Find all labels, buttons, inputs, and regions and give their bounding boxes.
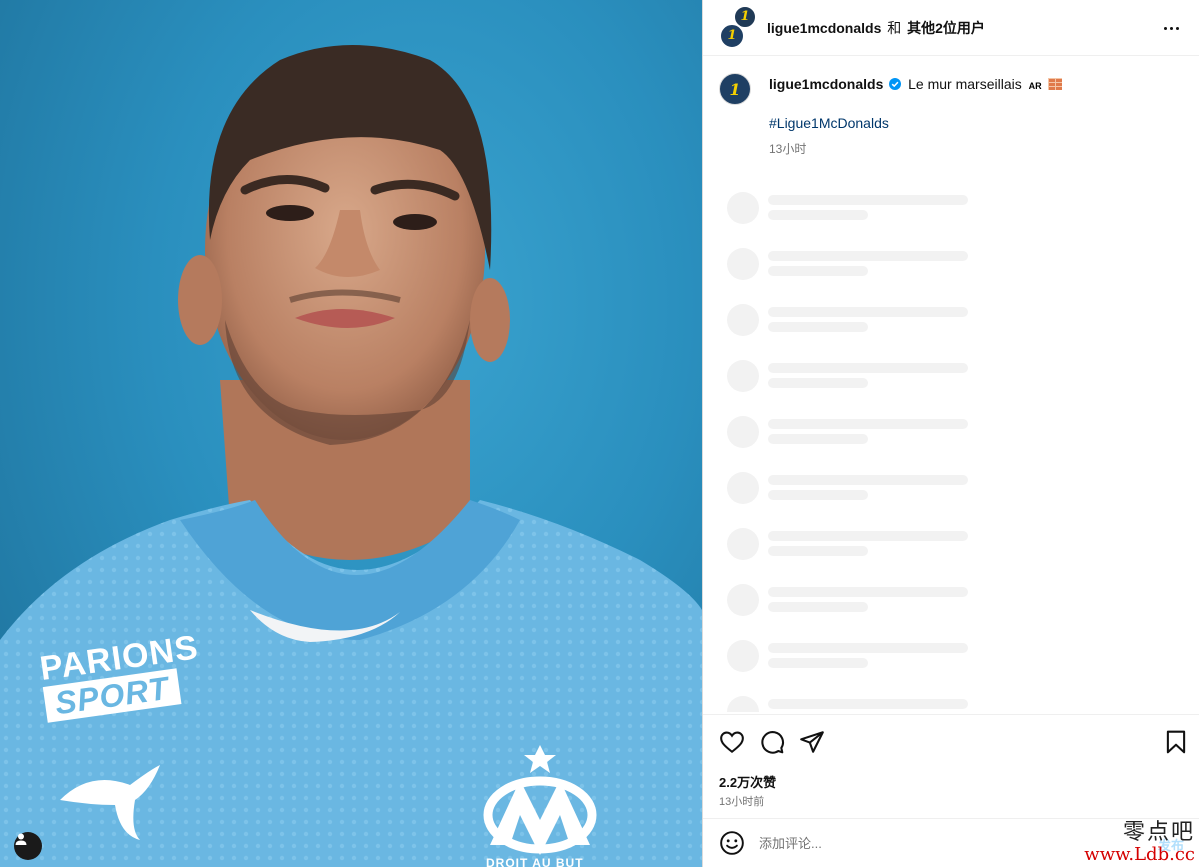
header-title: ligue1mcdonalds 和 其他2位用户 <box>767 18 985 38</box>
emoji-icon[interactable] <box>719 830 745 856</box>
skeleton-row <box>727 304 987 338</box>
skeleton-text-bar <box>768 266 868 276</box>
skeleton-row <box>727 248 987 282</box>
skeleton-text-bar <box>768 251 968 261</box>
header-others[interactable]: 其他2位用户 <box>907 20 985 36</box>
brick-emoji-icon <box>1047 78 1062 90</box>
skeleton-row <box>727 472 987 506</box>
post-comment-button[interactable]: 发布 <box>1158 835 1184 854</box>
post-detail-panel: 1 1 ligue1mcdonalds 和 其他2位用户 1 ligue1mcd… <box>702 0 1199 867</box>
comment-input[interactable] <box>759 835 1089 851</box>
skeleton-avatar <box>727 416 759 448</box>
caption-hashtag[interactable]: #Ligue1McDonalds <box>769 115 1183 131</box>
skeleton-avatar <box>727 584 759 616</box>
user-tag-button[interactable] <box>14 832 42 860</box>
skeleton-text-bar <box>768 434 868 444</box>
comment-composer: 发布 <box>703 818 1199 867</box>
post-caption: 1 ligue1mcdonalds Le mur marseillais AR … <box>703 56 1199 157</box>
post-actions-section: 2.2万次赞 13小时前 <box>703 714 1199 808</box>
post-timestamp[interactable]: 13小时前 <box>719 793 764 809</box>
skeleton-text-bar <box>768 363 968 373</box>
skeleton-avatar <box>727 640 759 672</box>
skeleton-text-bar <box>768 658 868 668</box>
skeleton-text-bar <box>768 643 968 653</box>
skeleton-text-bar <box>768 490 868 500</box>
skeleton-avatar <box>727 248 759 280</box>
skeleton-row <box>727 192 987 226</box>
caption-username[interactable]: ligue1mcdonalds <box>769 76 883 92</box>
skeleton-row <box>727 640 987 674</box>
collab-avatars[interactable]: 1 1 <box>719 4 757 49</box>
skeleton-avatar <box>727 192 759 224</box>
skeleton-avatar <box>727 304 759 336</box>
skeleton-text-bar <box>768 699 968 709</box>
header-username[interactable]: ligue1mcdonalds <box>767 20 881 36</box>
skeleton-text-bar <box>768 322 868 332</box>
header-joiner: 和 <box>887 19 902 36</box>
action-bar <box>703 715 1199 769</box>
skeleton-text-bar <box>768 475 968 485</box>
avatar[interactable]: 1 <box>719 73 751 105</box>
verified-badge-icon <box>889 78 902 90</box>
skeleton-text-bar <box>768 419 968 429</box>
crest-text: DROIT AU BUT <box>486 856 584 867</box>
skeleton-text-bar <box>768 531 968 541</box>
caption-ar-label: AR <box>1028 81 1042 91</box>
post-image[interactable]: PARIONS SPORT DROIT AU BUT <box>0 0 702 867</box>
skeleton-text-bar <box>768 307 968 317</box>
comment-icon[interactable] <box>759 729 785 755</box>
skeleton-text-bar <box>768 602 868 612</box>
skeleton-row <box>727 528 987 562</box>
player-photo <box>0 45 702 867</box>
skeleton-avatar <box>727 696 759 712</box>
more-options-icon <box>1163 26 1167 30</box>
likes-count[interactable]: 2.2万次赞 <box>719 772 776 791</box>
skeleton-row <box>727 584 987 618</box>
skeleton-row <box>727 416 987 450</box>
skeleton-avatar <box>727 360 759 392</box>
comments-loading-skeleton <box>727 192 987 712</box>
more-options-button[interactable] <box>1159 16 1183 40</box>
user-tag-icon <box>15 833 27 845</box>
skeleton-avatar <box>727 528 759 560</box>
skeleton-text-bar <box>768 378 868 388</box>
heart-icon[interactable] <box>719 729 745 755</box>
skeleton-text-bar <box>768 587 968 597</box>
skeleton-text-bar <box>768 546 868 556</box>
avatar[interactable]: 1 <box>719 22 745 49</box>
bookmark-icon[interactable] <box>1163 729 1189 755</box>
caption-text: Le mur marseillais <box>908 76 1022 92</box>
skeleton-text-bar <box>768 210 868 220</box>
send-icon[interactable] <box>799 729 825 755</box>
skeleton-avatar <box>727 472 759 504</box>
skeleton-row <box>727 360 987 394</box>
caption-time[interactable]: 13小时 <box>769 140 1183 157</box>
skeleton-text-bar <box>768 195 968 205</box>
skeleton-row <box>727 696 987 712</box>
post-header: 1 1 ligue1mcdonalds 和 其他2位用户 <box>703 0 1199 56</box>
